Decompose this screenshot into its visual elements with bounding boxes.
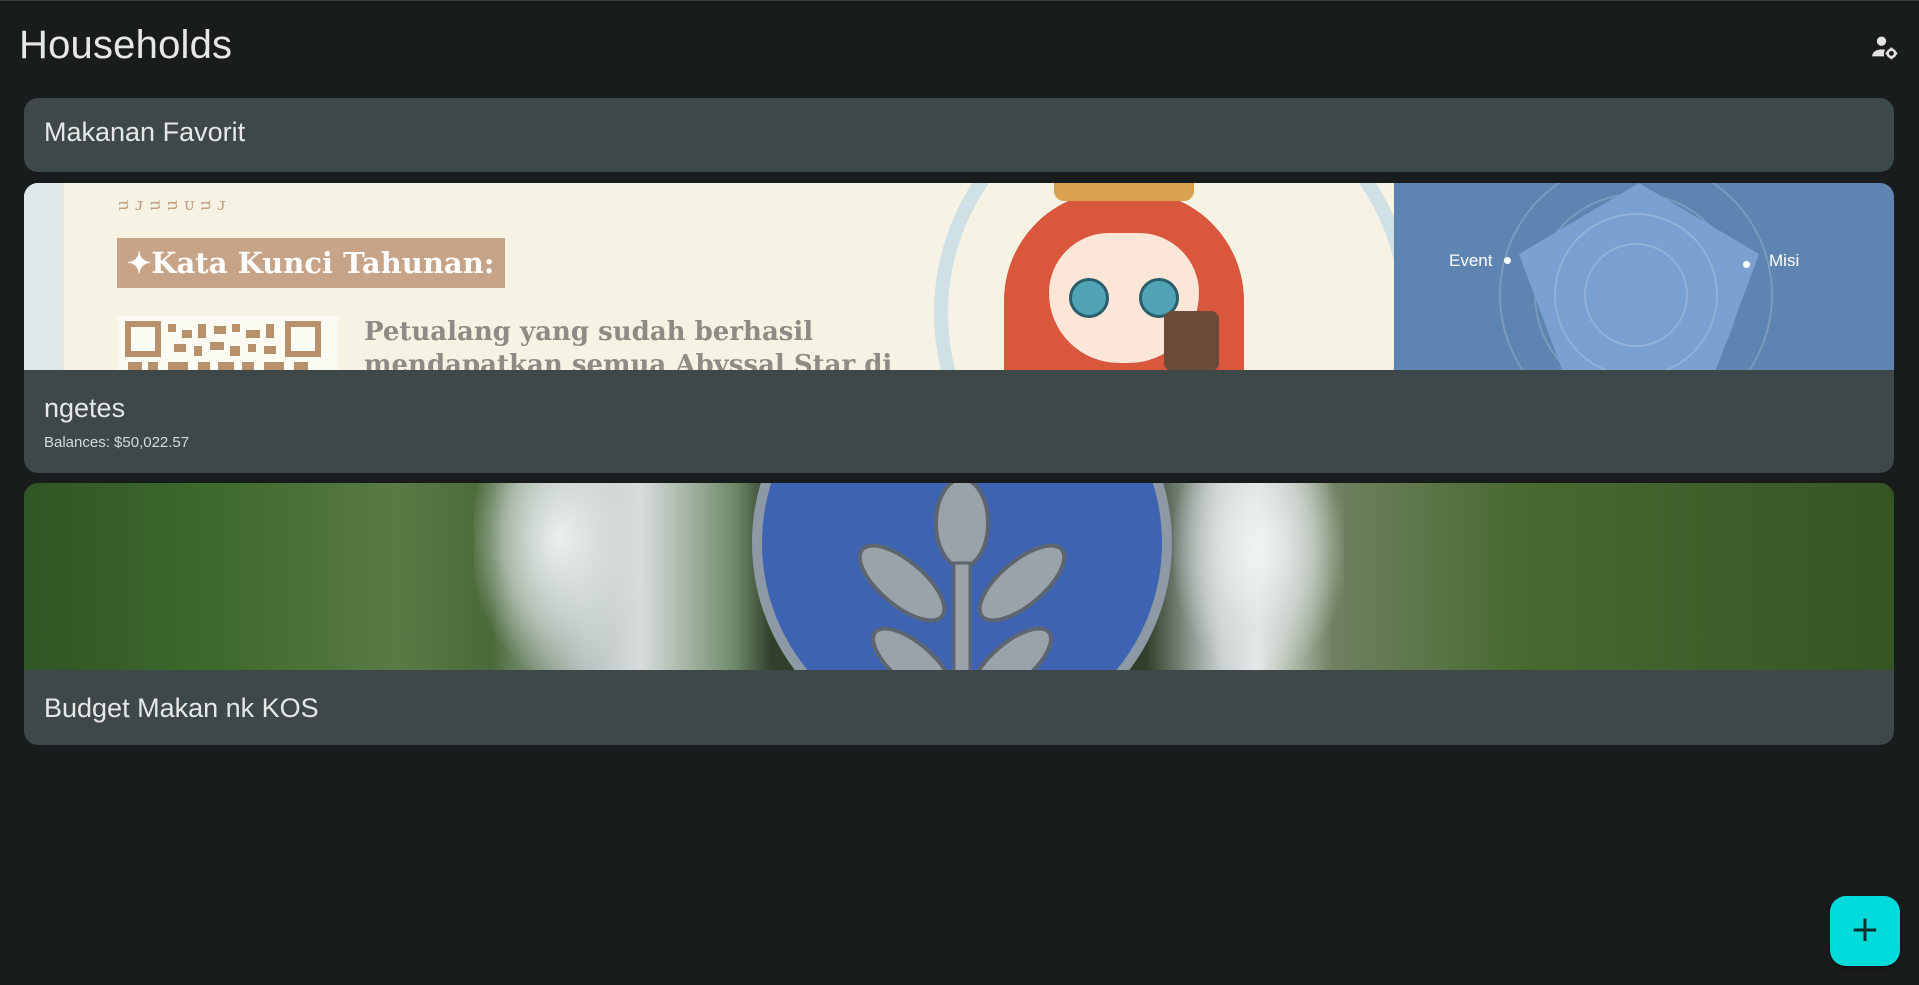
banner-promo-line: Petualang yang sudah berhasil bbox=[364, 317, 814, 347]
camera-icon bbox=[1164, 311, 1219, 370]
household-card[interactable]: ᴝᴊᴝᴝᴜᴝᴊ ✦Kata Kunci Tahunan: Petualang y… bbox=[24, 183, 1894, 473]
manage-accounts-icon bbox=[1871, 33, 1899, 66]
household-name: Makanan Favorit bbox=[44, 117, 246, 147]
household-card[interactable]: Budget Makan nk KOS bbox=[24, 483, 1894, 745]
add-icon: + bbox=[1849, 908, 1881, 950]
manage-accounts-button[interactable] bbox=[1867, 31, 1903, 67]
radar-label: Misi bbox=[1769, 251, 1800, 270]
household-card[interactable]: Makanan Favorit bbox=[24, 98, 1894, 172]
banner-promo-line: mendapatkan semua Abyssal Star di bbox=[364, 350, 893, 370]
household-name: ngetes bbox=[44, 393, 126, 423]
radar-label: Event bbox=[1449, 251, 1493, 270]
banner-keyword: ✦Kata Kunci Tahunan: bbox=[117, 238, 505, 288]
household-banner-image: ᴝᴊᴝᴝᴜᴝᴊ ✦Kata Kunci Tahunan: Petualang y… bbox=[24, 183, 1894, 370]
household-banner-image bbox=[24, 483, 1894, 670]
household-balance: Balances: $50,022.57 bbox=[44, 434, 190, 451]
emblem-logo bbox=[752, 483, 1172, 670]
qr-code-icon bbox=[118, 316, 338, 370]
banner-runes: ᴝᴊᴝᴝᴜᴝᴊ bbox=[118, 195, 233, 215]
page-title: Households bbox=[19, 23, 233, 67]
top-app-bar: Households bbox=[0, 1, 1919, 93]
add-household-button[interactable]: + bbox=[1830, 896, 1900, 966]
household-name: Budget Makan nk KOS bbox=[44, 693, 319, 723]
